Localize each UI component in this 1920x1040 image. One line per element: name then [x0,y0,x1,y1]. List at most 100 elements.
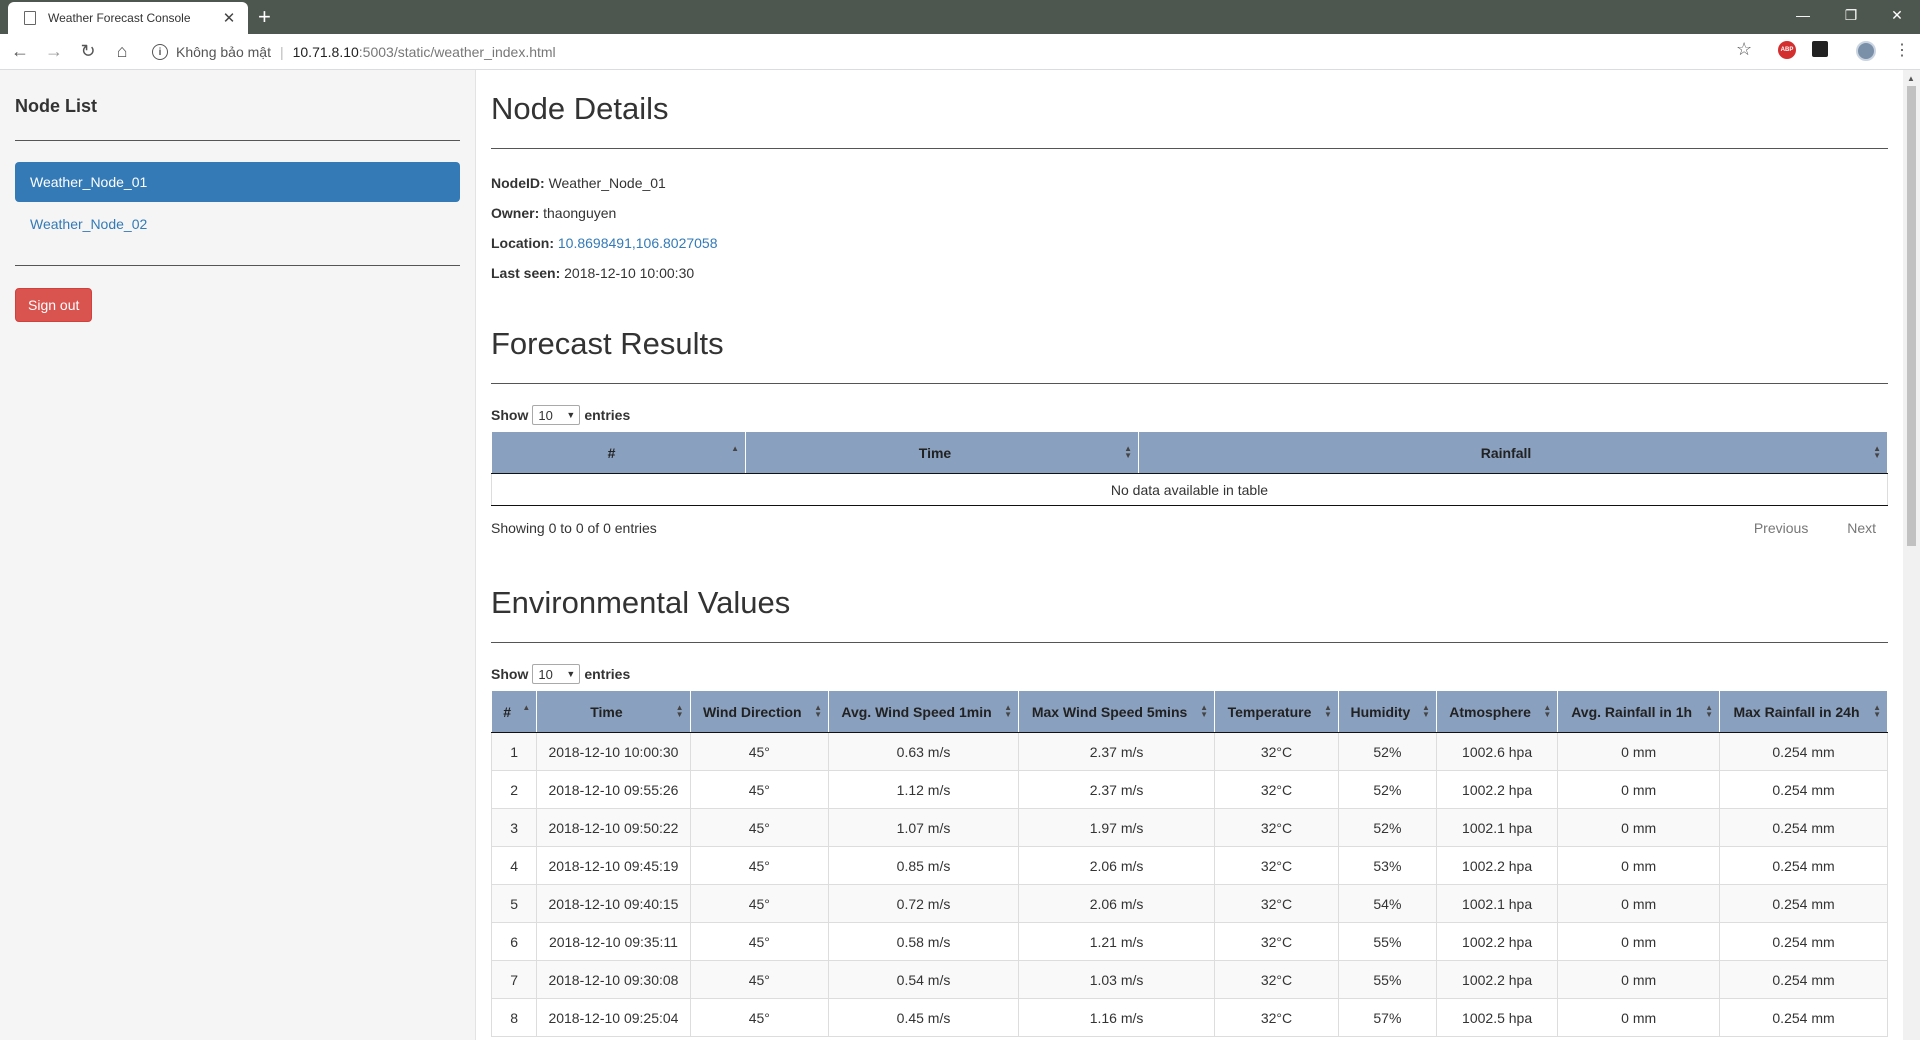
table-cell: 53% [1337,846,1437,885]
env-page-size-select[interactable]: 10 ▼ [532,664,581,684]
divider [491,383,1888,384]
next-page-button[interactable]: Next [1847,520,1876,536]
minimize-icon[interactable]: — [1780,0,1826,30]
table-cell: 32°C [1214,960,1339,999]
table-cell: 8 [491,998,538,1037]
browser-tab[interactable]: Weather Forecast Console ✕ [8,2,248,34]
main-content: Node Details NodeID: Weather_Node_01 Own… [491,70,1888,1040]
forecast-page-size-select[interactable]: 10 ▼ [532,405,581,425]
adblock-extension-icon[interactable]: ABP [1778,41,1796,59]
table-cell: 54% [1337,884,1437,923]
column-header-time[interactable]: Time ▲ ▼ [745,431,1139,474]
column-header-avg-wind-speed-1min[interactable]: Avg. Wind Speed 1min ▲ ▼ [828,690,1019,733]
forward-icon[interactable]: → [40,38,68,66]
table-cell: 45° [689,808,830,847]
entries-label: entries [584,666,631,682]
forecast-table: # ▲ Time ▲ ▼ Rainfall ▲ ▼ No data available i… [491,431,1888,506]
table-cell: 7 [491,960,538,999]
forecast-page-size-control: Show 10 ▼ entries [491,404,1888,426]
home-icon[interactable]: ⌂ [108,38,136,66]
table-cell: 32°C [1214,998,1339,1037]
table-cell: 32°C [1214,922,1339,961]
table-row: 7 2018-12-10 09:30:08 45° 0.54 m/s 1.03 m/s 3… [491,960,1888,999]
close-tab-icon[interactable]: ✕ [220,9,238,27]
table-cell: 45° [689,922,830,961]
column-header-number[interactable]: # ▲ [491,431,746,474]
page-scrollbar[interactable]: ▲ [1903,70,1920,1040]
column-header-time[interactable]: Time ▲ ▼ [536,690,691,733]
restore-icon[interactable]: ❐ [1828,0,1874,30]
divider [491,148,1888,149]
node-item-weather-node-02[interactable]: Weather_Node_02 [15,204,460,244]
new-tab-button[interactable]: + [258,4,271,30]
rss-extension-icon[interactable] [1812,41,1828,57]
column-header-atmosphere[interactable]: Atmosphere ▲ ▼ [1435,690,1559,733]
table-cell: 0.254 mm [1719,808,1888,847]
sort-icon: ▲ ▼ [814,703,823,719]
column-header-temperature[interactable]: Temperature ▲ ▼ [1214,690,1339,733]
select-arrow-icon: ▼ [566,669,576,679]
reload-icon[interactable]: ↻ [74,38,102,66]
divider [15,265,460,266]
empty-table-message: No data available in table [491,473,1888,506]
table-cell: 0 mm [1557,998,1721,1037]
column-header-avg-rainfall-in-1h[interactable]: Avg. Rainfall in 1h ▲ ▼ [1557,690,1721,733]
table-cell: 2018-12-10 09:50:22 [536,808,691,847]
node-list-title: Node List [15,96,98,116]
table-cell: 1002.2 hpa [1435,846,1559,885]
column-header-wind-direction[interactable]: Wind Direction ▲ ▼ [689,690,830,733]
column-header-humidity[interactable]: Humidity ▲ ▼ [1337,690,1437,733]
table-cell: 32°C [1214,846,1339,885]
show-label: Show [491,407,529,423]
sort-icon: ▲ [731,444,739,453]
table-cell: 2018-12-10 09:35:11 [536,922,691,961]
node-id-value: Weather_Node_01 [548,175,666,191]
page-icon [24,11,36,25]
table-cell: 32°C [1214,770,1339,809]
table-cell: 6 [491,922,538,961]
table-cell: 0.85 m/s [828,846,1019,885]
profile-avatar[interactable] [1856,41,1876,61]
table-cell: 55% [1337,960,1437,999]
table-cell: 2018-12-10 10:00:30 [536,732,691,771]
table-cell: 55% [1337,922,1437,961]
column-header-rainfall[interactable]: Rainfall ▲ ▼ [1138,431,1888,474]
owner-label: Owner: [491,205,540,221]
scroll-up-icon[interactable]: ▲ [1907,74,1915,83]
table-cell: 4 [491,846,538,885]
table-cell: 2018-12-10 09:25:04 [536,998,691,1037]
column-header-number[interactable]: # ▲ [491,690,538,733]
sort-icon: ▲ ▼ [1004,703,1012,719]
info-icon[interactable]: i [152,44,168,60]
table-cell: 52% [1337,770,1437,809]
divider [491,642,1888,643]
node-item-weather-node-01[interactable]: Weather_Node_01 [15,162,460,202]
close-window-icon[interactable]: ✕ [1874,0,1920,30]
column-header-max-wind-speed-5mins[interactable]: Max Wind Speed 5mins ▲ ▼ [1017,690,1216,733]
table-cell: 2.37 m/s [1017,732,1216,771]
menu-icon[interactable]: ⋮ [1894,40,1910,60]
node-list: Weather_Node_01 Weather_Node_02 [15,162,460,244]
table-row: 8 2018-12-10 09:25:04 45° 0.45 m/s 1.16 m/s 3… [491,998,1888,1037]
table-cell: 2.37 m/s [1017,770,1216,809]
table-cell: 1002.1 hpa [1435,808,1559,847]
scrollbar-thumb[interactable] [1907,86,1916,546]
table-cell: 2018-12-10 09:30:08 [536,960,691,999]
location-link[interactable]: 10.8698491,106.8027058 [558,235,718,251]
table-cell: 0.254 mm [1719,846,1888,885]
column-header-max-rainfall-in-24h[interactable]: Max Rainfall in 24h ▲ ▼ [1719,690,1888,733]
back-icon[interactable]: ← [6,38,34,66]
forecast-results-heading: Forecast Results [491,326,724,361]
omnibox-separator: | [279,44,284,60]
table-cell: 1.97 m/s [1017,808,1216,847]
address-bar[interactable]: i Không bảo mật | 10.71.8.10:5003/static… [140,37,1760,67]
previous-page-button[interactable]: Previous [1754,520,1808,536]
owner-value: thaonguyen [543,205,617,221]
table-cell: 2018-12-10 09:55:26 [536,770,691,809]
table-cell: 45° [689,846,830,885]
sign-out-button[interactable]: Sign out [15,288,93,322]
table-cell: 2.06 m/s [1017,846,1216,885]
table-cell: 0 mm [1557,960,1721,999]
last-seen-row: Last seen: 2018-12-10 10:00:30 [491,258,1888,288]
bookmark-star-icon[interactable]: ☆ [1736,39,1752,60]
